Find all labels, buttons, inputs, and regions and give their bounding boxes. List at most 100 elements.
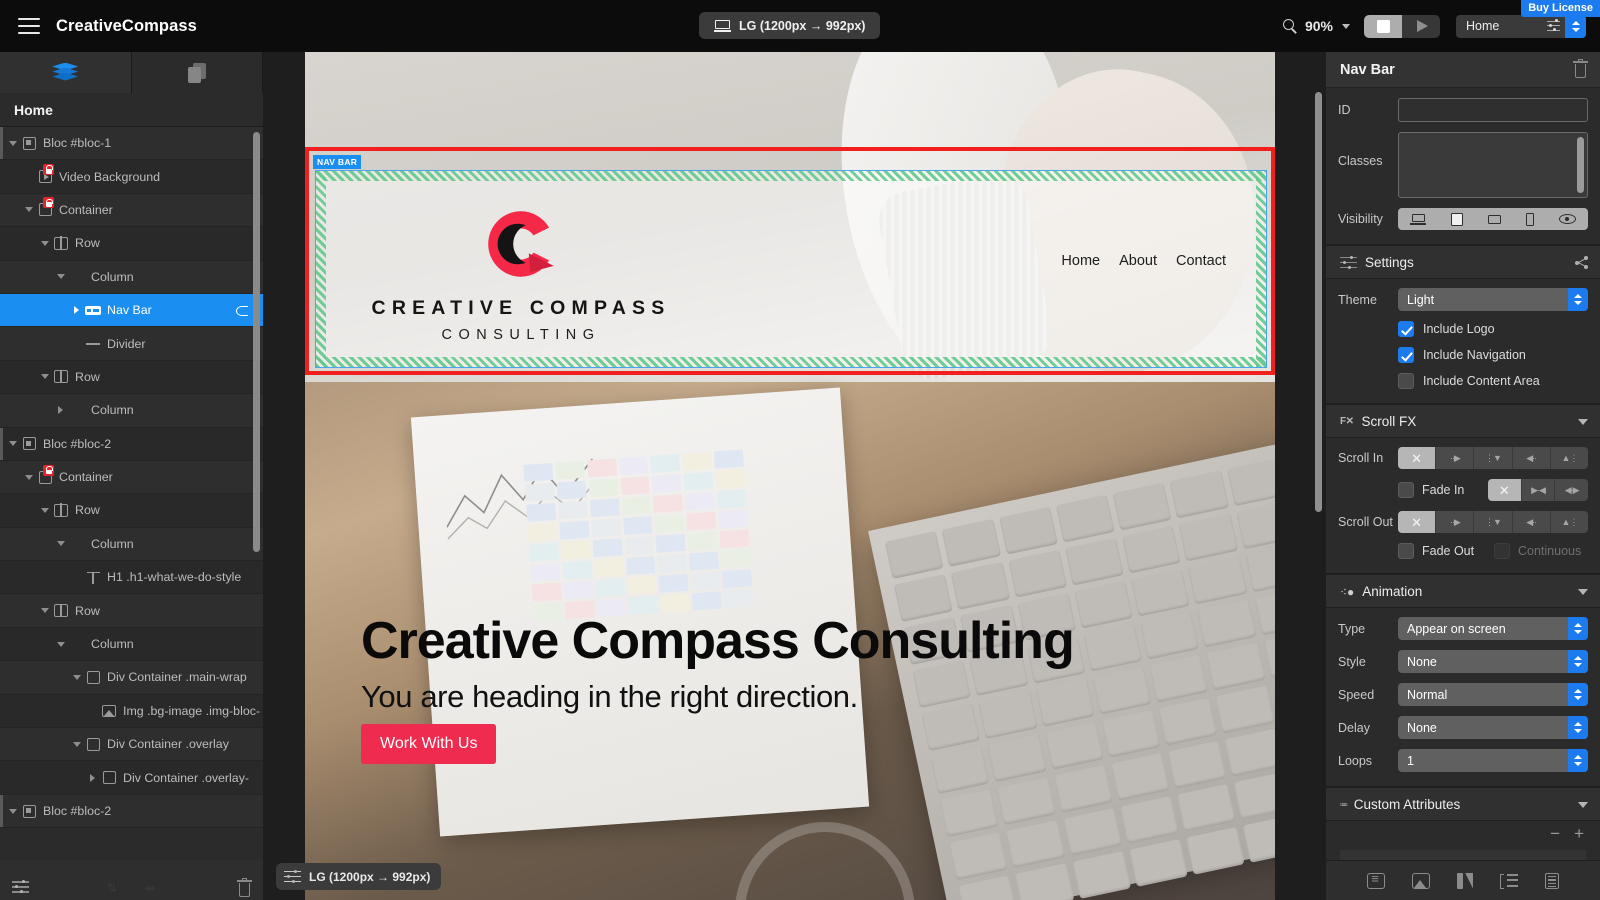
twisty-collapsed-icon[interactable]	[54, 406, 67, 415]
layer-tree-item-nav-bar[interactable]: Nav Bar	[0, 293, 263, 328]
animation-style-select[interactable]: None	[1398, 650, 1588, 673]
device-settings-icon[interactable]	[284, 869, 301, 884]
layer-tree-item-column[interactable]: Column	[0, 627, 263, 662]
include-logo-row[interactable]: Include Logo	[1398, 321, 1588, 337]
code-icon[interactable]	[1367, 871, 1386, 889]
animation-speed-select[interactable]: Normal	[1398, 683, 1588, 706]
layer-tree-item-divider[interactable]: Divider	[0, 327, 263, 361]
device-size-button[interactable]: LG (1200px → 992px)	[699, 12, 881, 39]
navbar-element[interactable]: CREATIVE COMPASS CONSULTING Home About C…	[315, 170, 1267, 368]
animation-type-stepper[interactable]	[1568, 617, 1588, 640]
layer-tree-item-container[interactable]: Container	[0, 460, 263, 495]
nav-link-about[interactable]: About	[1119, 253, 1157, 269]
scroll-out-slide-right[interactable]: ··▶	[1436, 511, 1475, 533]
theme-stepper[interactable]	[1568, 288, 1588, 311]
fade-in-checkbox[interactable]	[1398, 482, 1414, 498]
eye-icon[interactable]	[1558, 214, 1576, 224]
scroll-in-slide-up[interactable]: ▲⋮	[1550, 447, 1588, 469]
hero-cta-button[interactable]: Work With Us	[361, 724, 497, 764]
stop-preview-button[interactable]	[1364, 14, 1402, 38]
theme-select[interactable]: Light	[1398, 288, 1588, 311]
hero-subheading[interactable]: You are heading in the right direction.	[361, 679, 858, 715]
scroll-out-segments[interactable]: ✕ ··▶ ⋮▼ ◀·· ▲⋮	[1398, 511, 1588, 533]
layer-tree-item-bloc-bloc-2[interactable]: Bloc #bloc-2	[0, 427, 263, 461]
trash-icon[interactable]	[1573, 58, 1588, 78]
hero-heading[interactable]: Creative Compass Consulting	[361, 614, 1075, 669]
twisty-collapsed-icon[interactable]	[86, 773, 99, 782]
animation-delay-select[interactable]: None	[1398, 716, 1588, 739]
animation-loops-select[interactable]: 1	[1398, 749, 1588, 772]
include-navigation-row[interactable]: Include Navigation	[1398, 347, 1588, 363]
nav-link-contact[interactable]: Contact	[1176, 253, 1226, 269]
canvas-scrollbar[interactable]	[1315, 92, 1322, 512]
continuous-checkbox[interactable]	[1494, 543, 1510, 559]
scroll-out-none[interactable]: ✕	[1398, 511, 1437, 533]
include-content-area-checkbox[interactable]	[1398, 373, 1414, 389]
scroll-out-slide-up[interactable]: ▲⋮	[1550, 511, 1588, 533]
layer-tree-item-div-container-overlay[interactable]: Div Container .overlay	[0, 728, 263, 762]
tab-layers[interactable]	[0, 52, 132, 93]
layer-tree-item-column[interactable]: Column	[0, 394, 263, 428]
scroll-in-slide-right[interactable]: ··▶	[1436, 447, 1475, 469]
play-preview-button[interactable]	[1402, 14, 1440, 38]
scroll-in-slide-left[interactable]: ◀··	[1512, 447, 1551, 469]
animation-section-header[interactable]: ⁖● Animation	[1326, 574, 1600, 608]
layer-tree-scrollbar[interactable]	[253, 132, 260, 552]
layer-tree-item-div-container-overlay[interactable]: Div Container .overlay-	[0, 761, 263, 795]
id-input[interactable]	[1398, 98, 1588, 122]
site-nav-links[interactable]: Home About Contact	[1061, 253, 1226, 269]
add-attribute-button[interactable]: +	[1574, 825, 1584, 842]
layer-tree-item-div-container-main-wrap[interactable]: Div Container .main-wrap	[0, 661, 263, 695]
layer-tree-item-h1-h1-what-we-do-style[interactable]: H1 .h1-what-we-do-style	[0, 561, 263, 595]
twisty-expanded-icon[interactable]	[6, 808, 19, 814]
animation-speed-stepper[interactable]	[1568, 683, 1588, 706]
layer-tree-item-bloc-bloc-1[interactable]: Bloc #bloc-1	[0, 127, 263, 161]
layer-tree-item-video-background[interactable]: Video Background	[0, 160, 263, 194]
fade-in-segments[interactable]: ✕ ▶·◀ ◀·▶	[1488, 479, 1588, 501]
nav-link-home[interactable]: Home	[1061, 253, 1100, 269]
twisty-expanded-icon[interactable]	[22, 207, 35, 213]
tab-copies[interactable]	[131, 52, 263, 93]
custom-attributes-section-header[interactable]: ▫▫▫ Custom Attributes	[1326, 787, 1600, 821]
scrollfx-section-header[interactable]: F✕ Scroll FX	[1326, 404, 1600, 438]
layer-tree[interactable]: Bloc #bloc-1 Video Background Container Row…	[0, 127, 263, 867]
page-preview-frame[interactable]: NAV BAR CREATIVE COMPASS CONSULTING Home…	[305, 52, 1275, 900]
fade-out-checkbox[interactable]	[1398, 543, 1414, 559]
hamburger-menu-icon[interactable]	[18, 18, 40, 34]
twisty-expanded-icon[interactable]	[70, 674, 83, 680]
desktop-icon[interactable]	[1410, 213, 1427, 225]
twisty-expanded-icon[interactable]	[38, 507, 51, 513]
page-stepper[interactable]	[1565, 14, 1586, 38]
animation-type-select[interactable]: Appear on screen	[1398, 617, 1588, 640]
layer-tree-item-row[interactable]: Row	[0, 494, 263, 528]
paint-icon[interactable]	[1456, 872, 1474, 889]
scroll-out-slide-left[interactable]: ◀··	[1512, 511, 1551, 533]
twisty-expanded-icon[interactable]	[22, 474, 35, 480]
twisty-expanded-icon[interactable]	[6, 140, 19, 146]
scroll-out-slide-down[interactable]: ⋮▼	[1474, 511, 1513, 533]
include-content-area-row[interactable]: Include Content Area	[1398, 373, 1588, 389]
twisty-expanded-icon[interactable]	[38, 608, 51, 614]
chevron-down-icon[interactable]	[1578, 418, 1588, 425]
zoom-control[interactable]: 90%	[1282, 18, 1350, 34]
layer-tree-item-row[interactable]: Row	[0, 227, 263, 261]
share-icon[interactable]	[1575, 256, 1588, 269]
chevron-down-icon[interactable]	[1578, 588, 1588, 595]
twisty-expanded-icon[interactable]	[6, 441, 19, 447]
layer-tree-item-bloc-bloc-2[interactable]: Bloc #bloc-2	[0, 794, 263, 829]
tablet-landscape-icon[interactable]	[1451, 212, 1464, 226]
visibility-toggle-group[interactable]	[1398, 208, 1588, 230]
layer-tree-item-column[interactable]: Column	[0, 260, 263, 294]
animation-loops-stepper[interactable]	[1568, 749, 1588, 772]
layer-tree-item-container[interactable]: Container	[0, 193, 263, 228]
buy-license-button[interactable]: Buy License	[1521, 0, 1600, 17]
layer-tree-item-row[interactable]: Row	[0, 360, 263, 395]
list-icon[interactable]	[1500, 873, 1519, 889]
twisty-collapsed-icon[interactable]	[70, 306, 83, 315]
page-selector[interactable]: Home	[1456, 14, 1586, 38]
tablet-portrait-icon[interactable]	[1487, 214, 1501, 224]
canvas-device-badge[interactable]: LG (1200px → 992px)	[276, 863, 442, 890]
twisty-expanded-icon[interactable]	[54, 541, 67, 547]
chevron-down-icon[interactable]	[1578, 801, 1588, 808]
chevron-down-icon[interactable]	[1342, 23, 1350, 29]
